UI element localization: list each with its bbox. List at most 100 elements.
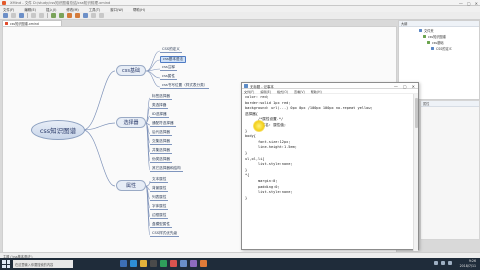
branch-selectors[interactable]: 选择器 <box>116 117 146 128</box>
topic-descendant-selector[interactable]: 后代选择器 <box>150 130 172 136</box>
topic-list-property[interactable]: 列表属性 <box>150 195 169 201</box>
notepad-window: 无标题 - 记事本 — ▢ ✕ 文件(F) 编辑(E) 格式(O) 查看(V) … <box>241 82 419 251</box>
outline-item-label: 文件夹 <box>424 28 434 33</box>
window-title: XMind - 文件 D:/study/css知识图谱总结/css知识梳理.xm… <box>10 0 111 5</box>
topic-intersection-selector[interactable]: 交集选择器 <box>150 139 172 145</box>
topic-pseudo-class-selector[interactable]: 伪类选择器 <box>150 157 172 163</box>
notepad-title: 无标题 - 记事本 <box>250 84 274 89</box>
cursor-highlight <box>253 120 265 132</box>
notepad-titlebar: 无标题 - 记事本 — ▢ ✕ <box>242 83 418 89</box>
topic-box-model-property[interactable]: 盒模型属性 <box>150 222 172 228</box>
notepad-taskbar-icon[interactable] <box>180 260 187 267</box>
notepad-scrollbar[interactable] <box>413 94 418 251</box>
connector <box>145 50 161 72</box>
store-icon[interactable] <box>150 260 157 267</box>
minimize-button[interactable]: — <box>459 1 463 6</box>
topic-css-attribute[interactable]: css属性 <box>160 74 177 80</box>
topic-border-property[interactable]: 边框属性 <box>150 213 169 219</box>
notepad-menu-format[interactable]: 格式(O) <box>277 89 288 94</box>
topic-background-property[interactable]: 背景属性 <box>150 186 169 192</box>
open-folder-icon[interactable] <box>11 13 16 18</box>
notepad-menu-help[interactable]: 帮助(H) <box>311 89 322 94</box>
clock[interactable]: 9:26 2018/7/11 <box>460 259 476 268</box>
scrollbar-thumb[interactable] <box>415 98 418 128</box>
connector <box>145 70 161 88</box>
topic-wildcard-selector[interactable]: 通配符选择器 <box>150 121 176 127</box>
topic-id-selector[interactable]: ID选择器 <box>150 112 169 118</box>
properties-header: 属性 <box>421 101 479 107</box>
outline-title: 大纲 <box>401 22 408 26</box>
menu-tools[interactable]: 工具(T) <box>89 7 101 12</box>
notepad-window-controls: — ▢ ✕ <box>394 84 415 89</box>
topic-text-property[interactable]: 文本属性 <box>150 177 169 183</box>
summary-icon[interactable] <box>83 13 88 18</box>
volume-icon[interactable] <box>441 261 445 265</box>
app-icon[interactable] <box>190 260 197 267</box>
notepad-menu-edit[interactable]: 编辑(E) <box>260 89 271 94</box>
maximize-button[interactable]: ▢ <box>467 1 471 6</box>
menu-modify[interactable]: 修改(M) <box>66 7 78 12</box>
properties-panel: 属性 <box>420 100 480 240</box>
topic-class-selector[interactable]: 类选择器 <box>150 103 169 109</box>
toolbar <box>0 12 480 20</box>
menu-edit[interactable]: 编辑(E) <box>24 7 36 12</box>
network-icon[interactable] <box>434 261 438 265</box>
xmind-app-icon <box>2 1 6 5</box>
system-tray <box>434 261 452 265</box>
menu-insert[interactable]: 插入(I) <box>46 7 56 12</box>
ime-icon[interactable] <box>448 261 452 265</box>
topic-css-comment[interactable]: css注释 <box>160 65 177 71</box>
folder-icon <box>419 28 422 32</box>
image-icon[interactable] <box>99 13 104 18</box>
save-icon[interactable] <box>19 13 24 18</box>
outline-item[interactable]: CSS的定义 <box>399 45 479 51</box>
add-topic-icon[interactable] <box>51 13 56 18</box>
topic-tag-selector[interactable]: 标签选择器 <box>150 94 172 100</box>
menu-file[interactable]: 文件(F) <box>3 7 14 12</box>
notepad-menu-file[interactable]: 文件(F) <box>244 89 254 94</box>
notepad-close-button[interactable]: ✕ <box>412 84 415 89</box>
notepad-menu-view[interactable]: 查看(V) <box>294 89 305 94</box>
topic-font-property[interactable]: 字体属性 <box>150 204 169 210</box>
edge-browser-icon[interactable] <box>130 260 137 267</box>
topic-css-priority[interactable]: CSS样式优先级 <box>150 231 180 237</box>
windows-start-icon[interactable] <box>2 260 10 268</box>
toolbar-divider <box>47 13 48 18</box>
new-file-icon[interactable] <box>3 13 8 18</box>
topic-icon <box>427 40 430 44</box>
clock-date: 2018/7/11 <box>459 263 476 268</box>
branch-properties[interactable]: 属性 <box>116 180 146 191</box>
file-explorer-icon[interactable] <box>140 260 147 267</box>
notepad-minimize-button[interactable]: — <box>394 84 398 89</box>
undo-icon[interactable] <box>31 13 36 18</box>
menu-window[interactable]: 窗口(W) <box>110 7 123 12</box>
search-placeholder: 在这里输入你要搜索的内容 <box>15 262 54 267</box>
menu-help[interactable]: 帮助(H) <box>133 7 145 12</box>
relationship-icon[interactable] <box>67 13 72 18</box>
central-topic[interactable]: css知识图谱 <box>31 120 85 140</box>
redo-icon[interactable] <box>39 13 44 18</box>
close-button[interactable]: ✕ <box>475 1 478 6</box>
app-icon[interactable] <box>200 260 207 267</box>
topic-other-selector[interactable]: 其它选择器和结构 <box>150 166 183 172</box>
topic-icon <box>431 46 434 50</box>
boundary-icon[interactable] <box>75 13 80 18</box>
outline-item-label: css基础 <box>432 40 444 45</box>
notepad-maximize-button[interactable]: ▢ <box>403 84 407 89</box>
taskbar-search-input[interactable]: 在这里输入你要搜索的内容 <box>13 260 73 268</box>
marker-icon[interactable] <box>91 13 96 18</box>
task-view-icon[interactable] <box>120 260 127 267</box>
add-subtopic-icon[interactable] <box>59 13 64 18</box>
xmind-taskbar-icon[interactable] <box>170 260 177 267</box>
window-controls: — ▢ ✕ <box>459 1 478 6</box>
topic-css-location[interactable]: css书写位置（样式表分类） <box>160 83 210 89</box>
topic-css-definition[interactable]: CSS的定义 <box>160 47 182 53</box>
toolbar-divider <box>27 13 28 18</box>
taskbar-apps <box>120 260 207 267</box>
app-icon[interactable] <box>160 260 167 267</box>
topic-css-syntax-selected[interactable]: css基本语法 <box>160 56 187 63</box>
connector <box>82 70 116 131</box>
topic-union-selector[interactable]: 并集选择器 <box>150 148 172 154</box>
notepad-text-area[interactable]: color: red; border:solid 1px red; backgrou… <box>242 94 414 251</box>
branch-css-basics[interactable]: css基础 <box>116 65 146 76</box>
